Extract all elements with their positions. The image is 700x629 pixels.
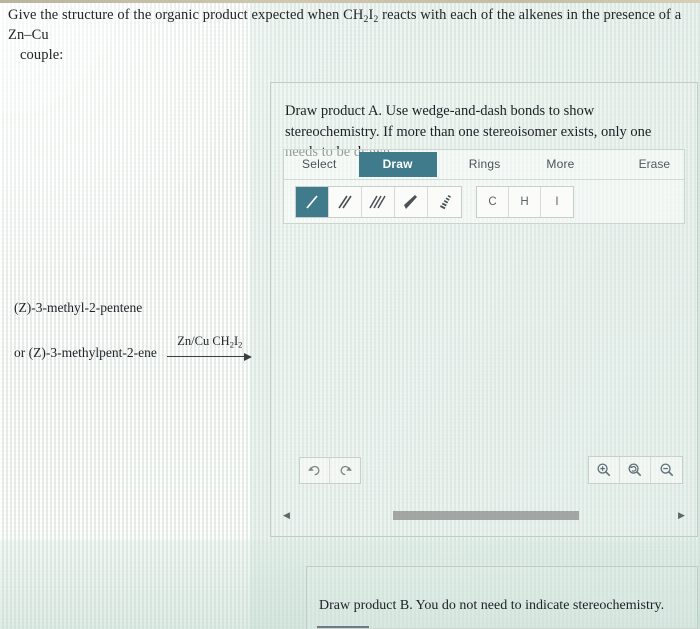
reaction-arrow-icon xyxy=(167,351,253,362)
panel-b-instructions: Draw product B. You do not need to indic… xyxy=(319,598,665,613)
zoom-in-button[interactable] xyxy=(589,457,620,483)
drawing-canvas-a[interactable] xyxy=(283,195,685,477)
tab-rings[interactable]: Rings xyxy=(455,152,515,177)
draw-panel-b: Draw product B. You do not need to indic… xyxy=(306,566,698,629)
canvas-horizontal-scrollbar[interactable]: ◀ ▶ xyxy=(281,509,687,522)
history-control-group xyxy=(299,457,361,484)
zoom-reset-button[interactable] xyxy=(620,457,651,483)
scrollbar-right-arrow[interactable]: ▶ xyxy=(676,510,687,521)
panel-b-underline-accent xyxy=(317,626,369,628)
zoom-control-group xyxy=(588,456,683,484)
reagent-text-part-1: Zn/Cu CH xyxy=(177,333,230,348)
tab-draw[interactable]: Draw xyxy=(358,152,437,177)
redo-button[interactable] xyxy=(330,458,360,483)
tab-select[interactable]: Select xyxy=(288,152,351,177)
draw-panel-a: Draw product A. Use wedge-and-dash bonds… xyxy=(270,82,698,537)
question-prompt: Give the structure of the organic produc… xyxy=(8,6,692,65)
reagent-label: Zn/Cu CH2I2 xyxy=(177,332,242,351)
scrollbar-track[interactable] xyxy=(294,511,674,520)
reactant-name-alternate: or (Z)-3-methylpent-2-ene xyxy=(14,344,157,360)
scrollbar-left-arrow[interactable]: ◀ xyxy=(281,510,292,521)
question-text-line-2: couple: xyxy=(20,46,64,63)
reactant-name-primary: (Z)-3-methyl-2-pentene xyxy=(14,300,143,315)
zoom-out-button[interactable] xyxy=(651,457,682,483)
reaction-row: or (Z)-3-methylpent-2-ene Zn/Cu CH2I2 xyxy=(14,332,269,363)
undo-button[interactable] xyxy=(300,458,330,483)
reagent-subscript-2: 2 xyxy=(238,338,243,349)
erase-button[interactable]: Erase xyxy=(633,153,676,176)
question-text-part-1: Give the structure of the organic produc… xyxy=(8,7,364,23)
reactant-block: (Z)-3-methyl-2-pentene or (Z)-3-methylpe… xyxy=(14,298,269,362)
toolbar-tab-row: Select Draw Rings More Erase xyxy=(284,150,684,180)
scrollbar-thumb[interactable] xyxy=(392,511,579,520)
reaction-arrow-group: Zn/Cu CH2I2 xyxy=(166,332,254,363)
tab-more[interactable]: More xyxy=(532,152,588,177)
